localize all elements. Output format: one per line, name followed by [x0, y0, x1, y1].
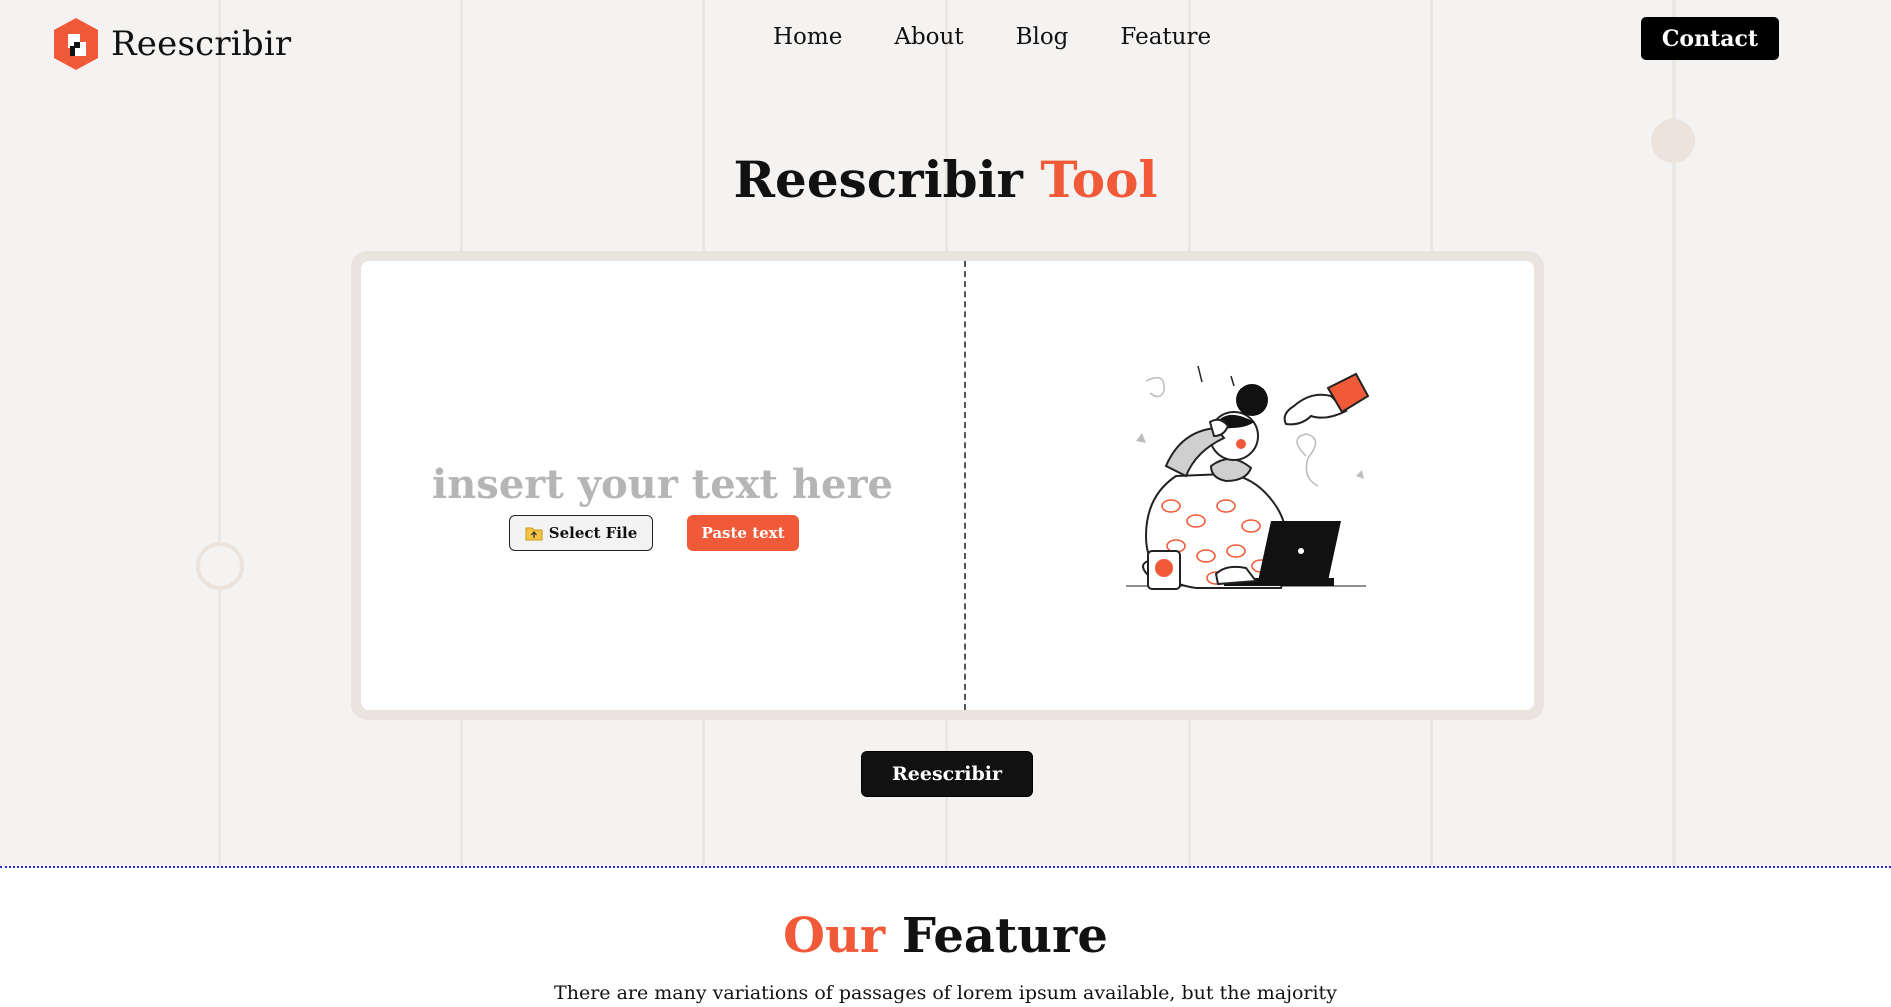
text-placeholder[interactable]: insert your text here: [361, 461, 964, 508]
nav-feature[interactable]: Feature: [1120, 24, 1211, 50]
select-file-label: Select File: [548, 524, 638, 542]
person-at-laptop-illustration: [1126, 365, 1370, 590]
main-nav: Home About Blog Feature: [773, 24, 1263, 50]
feature-title-main: Feature: [901, 908, 1108, 964]
folder-icon: [525, 527, 543, 541]
tool-panel-inner: insert your text here Select File Paste …: [361, 261, 1534, 710]
feature-section: Our Feature There are many variations of…: [0, 868, 1891, 1007]
rewrite-tool-panel: insert your text here Select File Paste …: [351, 251, 1544, 720]
nav-home[interactable]: Home: [773, 24, 842, 50]
feature-description: There are many variations of passages of…: [554, 982, 1337, 1004]
brand-name: Reescribir: [111, 24, 292, 64]
contact-button[interactable]: Contact: [1641, 17, 1779, 60]
select-file-button[interactable]: Select File: [509, 515, 653, 551]
title-accent: Tool: [1040, 150, 1158, 209]
nav-about[interactable]: About: [894, 24, 963, 50]
rewrite-button[interactable]: Reescribir: [861, 751, 1033, 797]
feature-title: Our Feature: [0, 908, 1891, 964]
site-header: Reescribir Home About Blog Feature Conta…: [0, 0, 1891, 86]
input-pane[interactable]: insert your text here Select File Paste …: [361, 261, 966, 710]
brand-logo[interactable]: Reescribir: [52, 16, 291, 72]
decorative-circle: [196, 542, 244, 590]
feature-title-accent: Our: [783, 908, 886, 964]
paste-text-button[interactable]: Paste text: [687, 515, 799, 551]
logo-icon: [54, 18, 98, 70]
nav-blog[interactable]: Blog: [1016, 24, 1069, 50]
background-line: [218, 0, 221, 866]
page-title: Reescribir Tool: [0, 150, 1891, 209]
output-pane: [966, 261, 1534, 710]
title-main: Reescribir: [733, 150, 1023, 209]
